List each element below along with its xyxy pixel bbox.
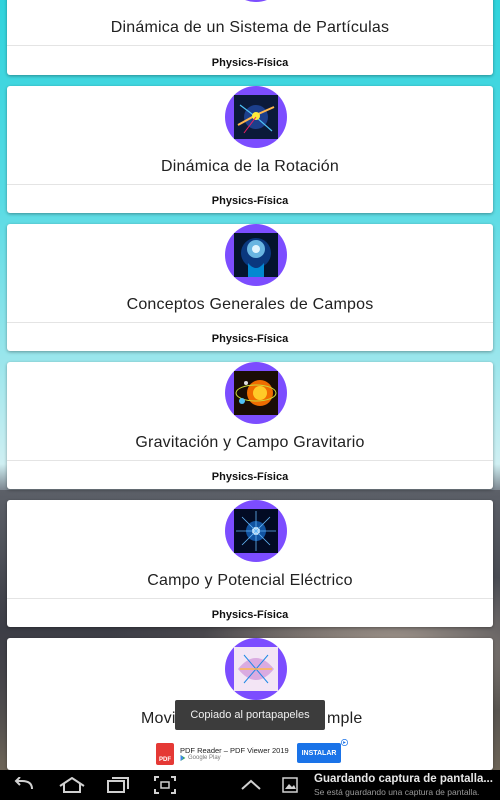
topic-title: Gravitación y Campo Gravitario [135, 434, 365, 451]
toast-message: Copiado al portapapeles [175, 700, 325, 730]
google-play-icon [180, 755, 186, 762]
harmonic-wave-icon [234, 647, 278, 691]
card-divider [7, 45, 493, 46]
pdf-app-icon: PDF [156, 743, 174, 765]
topic-icon-circle [225, 500, 287, 562]
topic-title: Dinámica de la Rotación [160, 158, 340, 175]
ad-store-label: Google Play [188, 754, 221, 761]
topic-card[interactable]: Campo y Potencial Eléctrico Physics-Físi… [7, 500, 493, 627]
topic-title-visible-start: Movi [141, 710, 176, 727]
notification-subtitle: Se está guardando una captura de pantall… [314, 787, 480, 797]
topic-card[interactable]: Dinámica de la Rotación Physics-Física [7, 86, 493, 213]
topic-icon-circle [225, 86, 287, 148]
up-arrow-icon [241, 779, 261, 790]
topic-subject: Physics-Física [211, 57, 289, 69]
card-divider [7, 322, 493, 323]
topic-title: Dinámica de un Sistema de Partículas [110, 19, 390, 36]
topic-icon-circle [225, 0, 287, 2]
topic-icon-circle [225, 362, 287, 424]
solar-system-icon [234, 371, 278, 415]
ad-title: PDF Reader – PDF Viewer 2019 [180, 745, 289, 755]
topic-title: Conceptos Generales de Campos [126, 296, 374, 313]
topic-card[interactable]: Gravitación y Campo Gravitario Physics-F… [7, 362, 493, 489]
topic-title-visible-end: mple [327, 710, 363, 727]
up-arrow-button[interactable] [238, 774, 264, 796]
topic-icon-circle [225, 638, 287, 700]
image-notification-icon [282, 777, 298, 793]
topic-card[interactable]: Conceptos Generales de Campos Physics-Fí… [7, 224, 493, 351]
card-divider [7, 184, 493, 185]
particle-collision-icon [234, 95, 278, 139]
topic-subject: Physics-Física [211, 609, 289, 621]
card-divider [7, 598, 493, 599]
notification-title[interactable]: Guardando captura de pantalla... [314, 773, 500, 785]
install-button[interactable]: INSTALAR [297, 743, 341, 763]
recent-apps-icon [107, 777, 129, 793]
ad-choices-icon[interactable] [341, 739, 348, 746]
ad-store-line: Google Play [180, 755, 289, 762]
topic-subject: Physics-Física [211, 471, 289, 483]
topic-subject: Physics-Física [211, 195, 289, 207]
topic-icon-circle [225, 224, 287, 286]
topic-title: Campo y Potencial Eléctrico [147, 572, 353, 589]
topic-subject: Physics-Física [211, 333, 289, 345]
screenshot-icon [154, 776, 176, 794]
screenshot-button[interactable] [152, 774, 178, 796]
back-icon [14, 777, 33, 790]
back-button[interactable] [11, 774, 37, 796]
glowing-head-icon [234, 233, 278, 277]
electric-burst-icon [234, 509, 278, 553]
system-navbar: Guardando captura de pantalla... Se está… [0, 770, 500, 800]
home-icon [59, 777, 85, 793]
ad-banner[interactable]: PDF PDF Reader – PDF Viewer 2019 Google … [150, 738, 350, 770]
home-button[interactable] [57, 774, 87, 796]
ad-text-block: PDF Reader – PDF Viewer 2019 Google Play [180, 745, 289, 762]
recent-apps-button[interactable] [105, 774, 131, 796]
card-divider [7, 460, 493, 461]
topic-card[interactable]: Dinámica de un Sistema de Partículas Phy… [7, 0, 493, 75]
